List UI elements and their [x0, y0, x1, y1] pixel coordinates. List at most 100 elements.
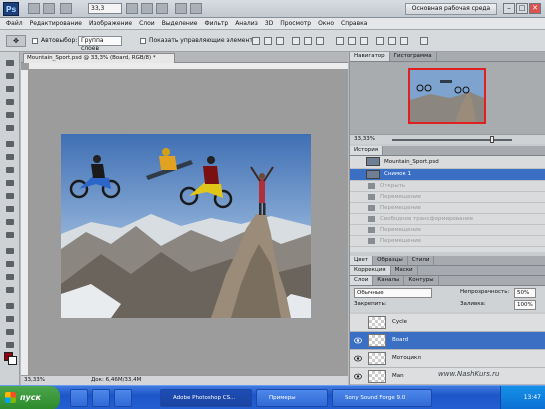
close-button[interactable]: ✕ [529, 3, 541, 14]
hand-tool-icon[interactable] [3, 327, 17, 337]
zoom-icon[interactable] [141, 3, 153, 14]
tab-paths[interactable]: Контуры [404, 276, 439, 285]
distribute-vcenter-icon[interactable] [348, 37, 356, 45]
move-tool-icon[interactable]: ✥ [6, 35, 26, 47]
clone-stamp-tool-icon[interactable] [3, 165, 17, 175]
align-hcenter-icon[interactable] [304, 37, 312, 45]
status-zoom[interactable]: 33,33% [24, 376, 45, 385]
blend-mode-select[interactable]: Обычные [354, 288, 432, 298]
history-item[interactable]: Свободное трансформирование [350, 214, 545, 225]
layer-row[interactable]: Cycle [350, 314, 545, 332]
background-color-swatch[interactable] [8, 356, 17, 365]
start-button[interactable]: пуск [0, 386, 60, 409]
quicklaunch-media-icon[interactable] [114, 389, 132, 407]
tab-swatches[interactable]: Образцы [373, 256, 408, 265]
zoom-level-select[interactable]: 33,3 [88, 3, 122, 14]
minibridge-icon[interactable] [43, 3, 55, 14]
tab-channels[interactable]: Каналы [373, 276, 405, 285]
tab-masks[interactable]: Маски [391, 266, 418, 275]
type-tool-icon[interactable] [3, 259, 17, 269]
eye-icon[interactable] [354, 355, 362, 362]
marquee-tool-icon[interactable] [3, 71, 17, 81]
tab-histogram[interactable]: Гистограмма [390, 52, 437, 61]
history-brush-tool-icon[interactable] [3, 178, 17, 188]
quicklaunch-ie-icon[interactable] [70, 389, 88, 407]
dodge-tool-icon[interactable] [3, 230, 17, 240]
auto-select-dropdown[interactable]: Группа слоев [78, 36, 122, 52]
show-transform-checkbox[interactable] [140, 38, 146, 44]
history-item[interactable]: Перемещение [350, 236, 545, 247]
image-canvas[interactable] [61, 134, 311, 318]
gradient-tool-icon[interactable] [3, 204, 17, 214]
menu-file[interactable]: Файл [6, 20, 23, 27]
align-top-icon[interactable] [252, 37, 260, 45]
eraser-tool-icon[interactable] [3, 191, 17, 201]
menu-image[interactable]: Изображение [89, 20, 132, 27]
align-right-icon[interactable] [316, 37, 324, 45]
history-item[interactable]: Перемещение [350, 225, 545, 236]
align-bottom-icon[interactable] [276, 37, 284, 45]
tab-adjustments[interactable]: Коррекция [350, 266, 391, 275]
menu-window[interactable]: Окно [318, 20, 334, 27]
bridge-icon[interactable] [28, 3, 40, 14]
distribute-hcenter-icon[interactable] [388, 37, 396, 45]
navigator-zoom-knob[interactable] [490, 136, 494, 143]
3d-rotate-tool-icon[interactable] [3, 301, 17, 311]
distribute-left-icon[interactable] [376, 37, 384, 45]
navigator-zoom-slider[interactable] [392, 139, 512, 141]
horizontal-ruler[interactable] [29, 63, 348, 70]
blur-tool-icon[interactable] [3, 217, 17, 227]
extras-icon[interactable] [60, 3, 72, 14]
menu-edit[interactable]: Редактирование [30, 20, 82, 27]
tab-layers[interactable]: Слои [350, 276, 374, 285]
distribute-top-icon[interactable] [336, 37, 344, 45]
menu-filter[interactable]: Фильтр [204, 20, 228, 27]
move-tool-icon[interactable] [3, 58, 17, 68]
shape-tool-icon[interactable] [3, 285, 17, 295]
eyedropper-tool-icon[interactable] [3, 123, 17, 133]
vertical-ruler[interactable] [21, 70, 29, 375]
taskbar-button-sound-forge[interactable]: Sony Sound Forge 9.0 [332, 389, 432, 407]
3d-orbit-tool-icon[interactable] [3, 314, 17, 324]
layer-row[interactable]: Мотоцикл [350, 350, 545, 368]
workspace-switcher[interactable]: Основная рабочая среда [405, 3, 497, 15]
taskbar-button-photoshop[interactable]: Adobe Photoshop CS... [160, 389, 252, 407]
navigator-preview[interactable] [408, 68, 486, 124]
path-selection-tool-icon[interactable] [3, 272, 17, 282]
taskbar-button-examples[interactable]: Примеры [256, 389, 328, 407]
menu-view[interactable]: Просмотр [280, 20, 311, 27]
rotate-view-icon[interactable] [156, 3, 168, 14]
pen-tool-icon[interactable] [3, 246, 17, 256]
tab-styles[interactable]: Стили [408, 256, 435, 265]
tab-history[interactable]: История [350, 146, 384, 155]
history-item[interactable]: Перемещение [350, 203, 545, 214]
menu-select[interactable]: Выделение [162, 20, 198, 27]
menu-layers[interactable]: Слои [139, 20, 155, 27]
menu-help[interactable]: Справка [341, 20, 367, 27]
history-item[interactable]: Снимок 1 [350, 169, 545, 181]
distribute-bottom-icon[interactable] [360, 37, 368, 45]
arrange-documents-icon[interactable] [175, 3, 187, 14]
brush-tool-icon[interactable] [3, 152, 17, 162]
maximize-button[interactable]: □ [516, 3, 528, 14]
quick-select-tool-icon[interactable] [3, 97, 17, 107]
auto-align-icon[interactable] [420, 37, 428, 45]
zoom-tool-icon[interactable] [3, 340, 17, 350]
align-left-icon[interactable] [292, 37, 300, 45]
minimize-button[interactable]: – [503, 3, 515, 14]
history-item[interactable]: Открыть [350, 181, 545, 192]
status-doc-info[interactable]: Док: 6,46M/33,4M [91, 376, 141, 385]
lasso-tool-icon[interactable] [3, 84, 17, 94]
history-item[interactable]: Перемещение [350, 192, 545, 203]
eye-icon[interactable] [354, 337, 362, 344]
document-tab[interactable]: Mountain_Sport.psd @ 33,3% (Board, RGB/8… [23, 53, 175, 63]
distribute-right-icon[interactable] [400, 37, 408, 45]
tab-color[interactable]: Цвет [350, 256, 374, 265]
history-snapshot[interactable]: Mountain_Sport.psd [350, 156, 545, 169]
hand-icon[interactable] [126, 3, 138, 14]
crop-tool-icon[interactable] [3, 110, 17, 120]
quicklaunch-explorer-icon[interactable] [92, 389, 110, 407]
healing-brush-tool-icon[interactable] [3, 139, 17, 149]
menu-analysis[interactable]: Анализ [235, 20, 258, 27]
screen-mode-icon[interactable] [190, 3, 202, 14]
